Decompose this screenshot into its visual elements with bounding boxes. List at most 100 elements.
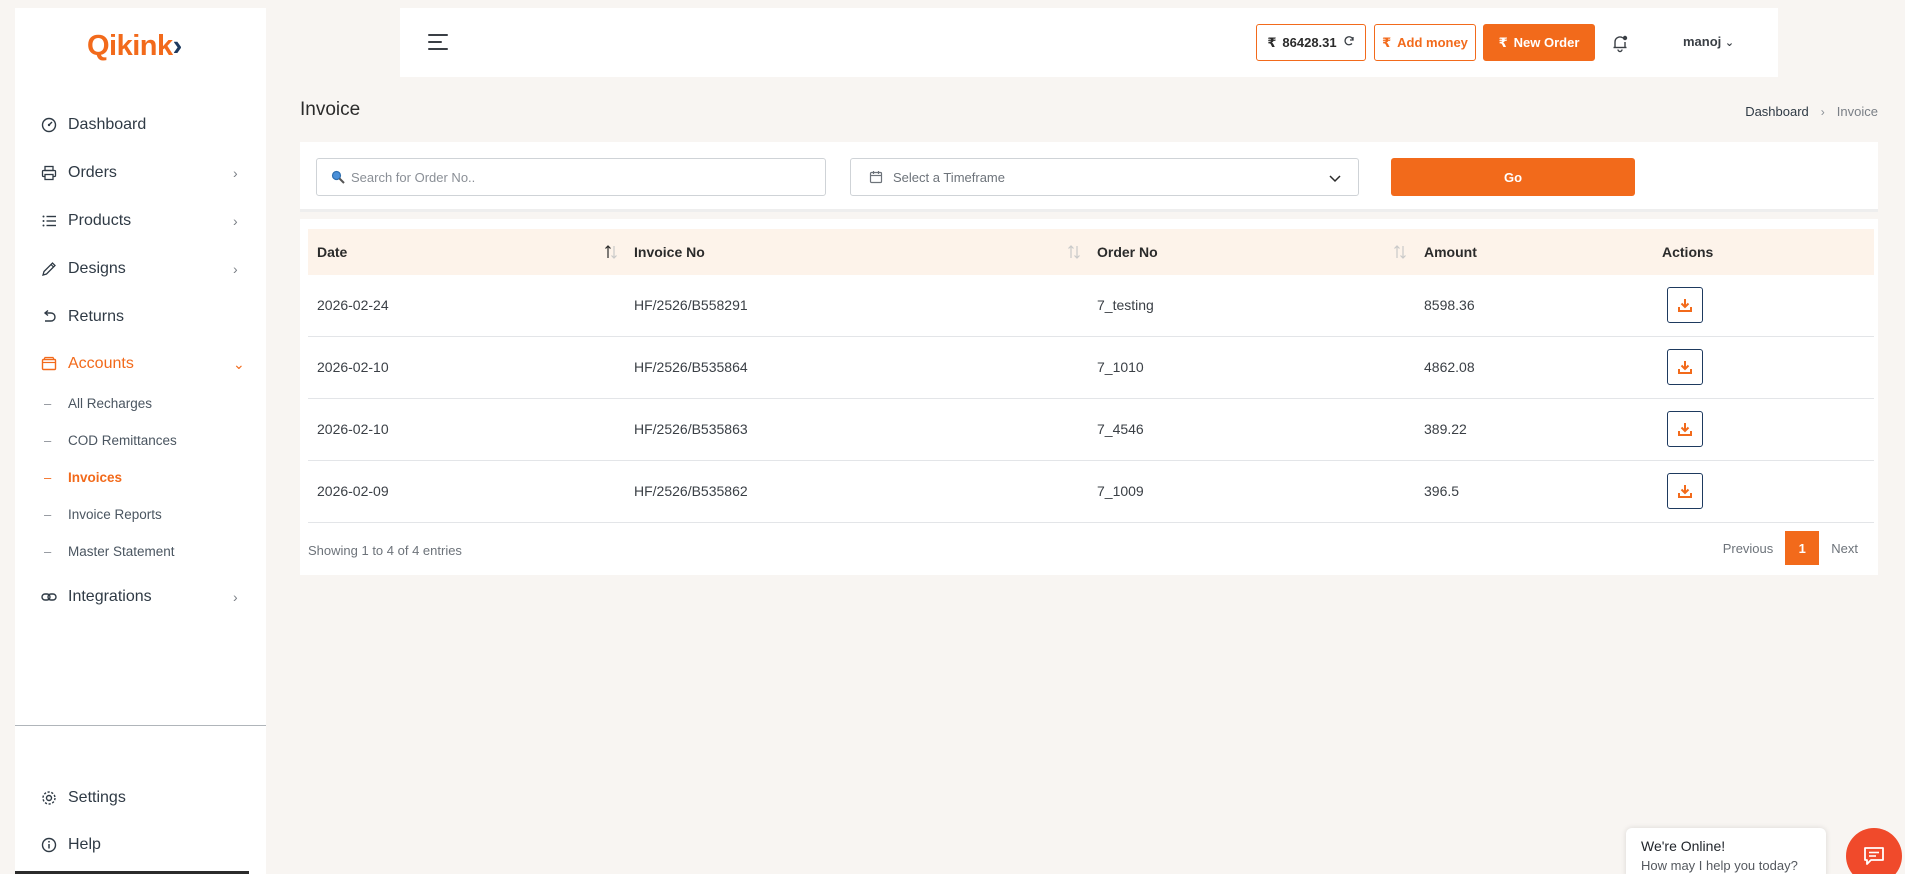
user-menu[interactable]: manoj ⌄ — [1683, 34, 1734, 49]
sidebar-subitem-cod-remittances[interactable]: – COD Remittances — [15, 428, 266, 452]
sort-icon[interactable] — [1067, 243, 1081, 261]
wallet-balance-button[interactable]: ₹ 86428.31 — [1256, 24, 1366, 61]
sidebar-subitem-label: Invoice Reports — [68, 506, 162, 522]
sidebar-item-settings[interactable]: Settings — [15, 783, 266, 813]
cell-amount: 4862.08 — [1424, 359, 1475, 375]
download-invoice-button[interactable] — [1667, 349, 1703, 385]
sidebar: Qikink› Dashboard Orders › Products › De… — [15, 8, 266, 874]
chevron-right-icon: › — [1820, 104, 1825, 119]
cell-order-no: 7_1009 — [1097, 483, 1144, 499]
column-header-date[interactable]: Date — [317, 244, 347, 260]
notification-bell-icon[interactable] — [1610, 33, 1630, 53]
sidebar-item-orders[interactable]: Orders › — [15, 158, 266, 188]
sidebar-item-products[interactable]: Products › — [15, 206, 266, 236]
chevron-right-icon: › — [233, 261, 238, 277]
chat-title: We're Online! — [1641, 838, 1726, 854]
username: manoj — [1683, 34, 1722, 49]
sidebar-item-label: Dashboard — [68, 116, 147, 133]
download-icon — [1678, 423, 1692, 436]
dashboard-icon — [40, 116, 58, 134]
column-header-invoice-no[interactable]: Invoice No — [634, 244, 705, 260]
cell-date: 2026-02-10 — [317, 359, 389, 375]
chat-launcher-button[interactable] — [1846, 828, 1902, 874]
sidebar-item-accounts[interactable]: Accounts ⌄ — [15, 349, 266, 379]
cell-date: 2026-02-10 — [317, 421, 389, 437]
download-icon — [1678, 299, 1692, 312]
breadcrumb-dashboard[interactable]: Dashboard — [1745, 104, 1809, 119]
gear-icon — [40, 789, 58, 807]
cell-amount: 389.22 — [1424, 421, 1467, 437]
chevron-down-icon: ⌄ — [233, 355, 245, 372]
wallet-balance: 86428.31 — [1282, 35, 1337, 50]
sort-icon[interactable] — [1393, 243, 1407, 261]
link-icon — [40, 588, 58, 606]
page-title: Invoice — [300, 99, 361, 120]
sidebar-subitem-invoice-reports[interactable]: – Invoice Reports — [15, 502, 266, 526]
cell-order-no: 7_4546 — [1097, 421, 1144, 437]
table-info: Showing 1 to 4 of 4 entries — [308, 543, 462, 558]
sidebar-subitem-label: Master Statement — [68, 543, 175, 559]
download-icon — [1678, 361, 1692, 374]
invoice-table: Date Invoice No Order No Amount Actions … — [300, 219, 1878, 575]
cell-date: 2026-02-09 — [317, 483, 389, 499]
rupee-icon: ₹ — [1267, 34, 1277, 50]
chat-subtitle: How may I help you today? — [1641, 858, 1798, 873]
table-row: 2026-02-10 HF/2526/B535864 7_1010 4862.0… — [308, 337, 1874, 399]
column-header-actions: Actions — [1662, 244, 1714, 260]
sidebar-item-designs[interactable]: Designs › — [15, 254, 266, 284]
menu-toggle-icon[interactable] — [428, 34, 448, 50]
chat-greeting[interactable]: We're Online! How may I help you today? — [1626, 828, 1826, 874]
printer-icon — [40, 164, 58, 182]
sort-icon[interactable] — [604, 243, 618, 261]
sidebar-subitem-master-statement[interactable]: – Master Statement — [15, 539, 266, 563]
sidebar-item-label: Settings — [68, 789, 126, 806]
sidebar-subitem-invoices[interactable]: – Invoices — [15, 465, 266, 489]
download-invoice-button[interactable] — [1667, 473, 1703, 509]
table-row: 2026-02-10 HF/2526/B535863 7_4546 389.22 — [308, 399, 1874, 461]
timeframe-select[interactable]: Select a Timeframe — [850, 158, 1359, 196]
topbar: ₹ 86428.31 ₹ Add money ₹ New Order manoj… — [400, 8, 1778, 77]
cell-invoice-no: HF/2526/B535862 — [634, 483, 748, 499]
chevron-down-icon: ⌄ — [1724, 37, 1735, 49]
pagination: Previous 1 Next — [1723, 531, 1858, 565]
search-box — [316, 158, 826, 196]
sidebar-item-returns[interactable]: Returns — [15, 302, 266, 332]
pagination-page[interactable]: 1 — [1785, 531, 1820, 565]
search-icon — [331, 170, 345, 184]
sidebar-subitem-label: Invoices — [68, 469, 123, 485]
breadcrumb: Dashboard › Invoice — [1745, 104, 1878, 119]
sidebar-item-help[interactable]: Help — [15, 830, 266, 860]
cell-order-no: 7_1010 — [1097, 359, 1144, 375]
sidebar-item-dashboard[interactable]: Dashboard — [15, 110, 266, 140]
chevron-right-icon: › — [233, 589, 238, 605]
timeframe-placeholder: Select a Timeframe — [893, 169, 1005, 185]
table-row: 2026-02-09 HF/2526/B535862 7_1009 396.5 — [308, 461, 1874, 523]
new-order-button[interactable]: ₹ New Order — [1483, 24, 1595, 61]
filter-card: Select a Timeframe Go — [300, 142, 1878, 212]
qikink-logo[interactable]: Qikink› — [87, 30, 182, 63]
pagination-next[interactable]: Next — [1831, 541, 1858, 556]
pagination-previous[interactable]: Previous — [1723, 541, 1774, 556]
cell-invoice-no: HF/2526/B558291 — [634, 297, 748, 313]
chevron-right-icon: › — [233, 165, 238, 181]
sidebar-divider — [15, 725, 266, 726]
sidebar-item-label: Help — [68, 836, 101, 853]
table-header: Date Invoice No Order No Amount Actions — [308, 229, 1874, 275]
info-icon — [40, 836, 58, 854]
cell-amount: 8598.36 — [1424, 297, 1475, 313]
undo-icon — [40, 308, 58, 326]
go-button[interactable]: Go — [1391, 158, 1635, 196]
column-header-amount[interactable]: Amount — [1424, 244, 1477, 260]
sidebar-subitem-all-recharges[interactable]: – All Recharges — [15, 391, 266, 415]
column-header-order-no[interactable]: Order No — [1097, 244, 1158, 260]
cell-date: 2026-02-24 — [317, 297, 389, 313]
pencil-icon — [40, 260, 58, 278]
table-row: 2026-02-24 HF/2526/B558291 7_testing 859… — [308, 275, 1874, 337]
search-input[interactable] — [351, 169, 811, 185]
calendar-icon — [869, 170, 883, 184]
download-invoice-button[interactable] — [1667, 411, 1703, 447]
download-invoice-button[interactable] — [1667, 287, 1703, 323]
add-money-button[interactable]: ₹ Add money — [1374, 24, 1476, 61]
sidebar-item-integrations[interactable]: Integrations › — [15, 582, 266, 612]
refresh-icon — [1343, 35, 1355, 50]
